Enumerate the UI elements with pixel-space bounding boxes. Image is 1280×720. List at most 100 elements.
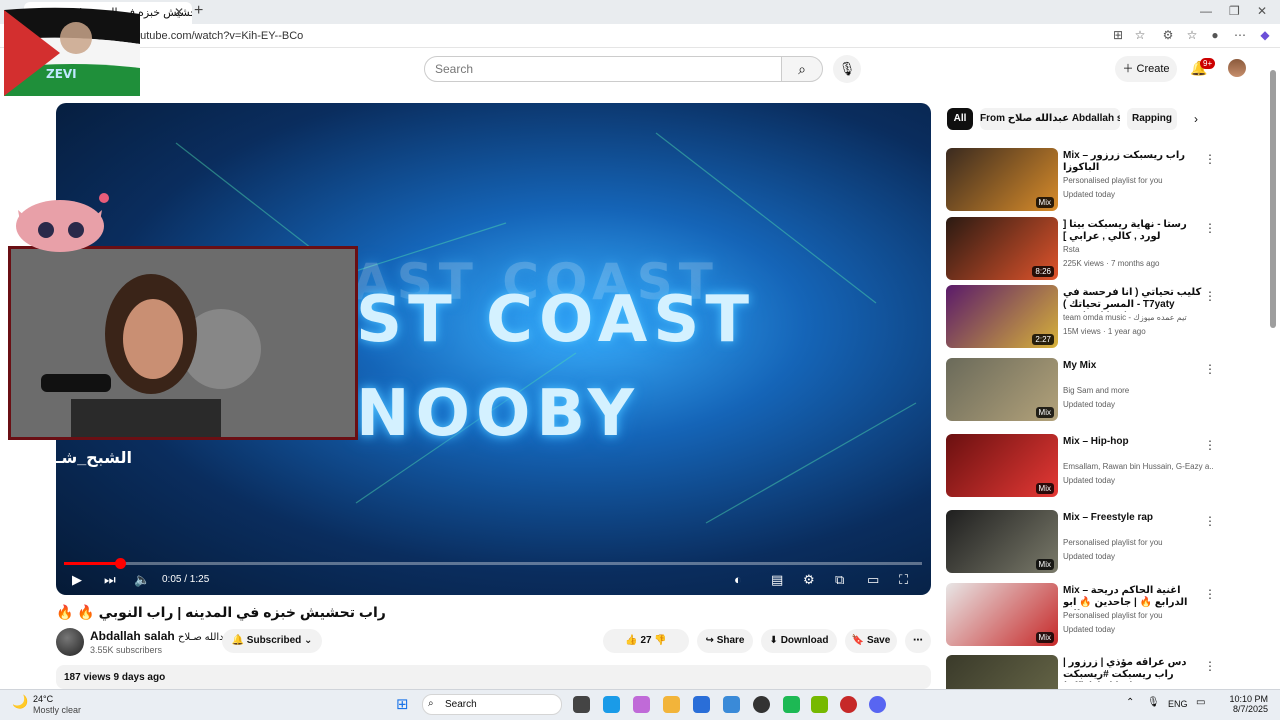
scrollbar[interactable] (1270, 64, 1276, 684)
new-tab-icon[interactable]: + (194, 2, 203, 20)
rec-item[interactable]: 2:27 كليب تحياتي ( انا فرحسة في المسر تحي… (946, 285, 1276, 351)
weather-status[interactable]: Mostly clear (33, 705, 81, 715)
more-vertical-icon[interactable]: ⋮ (1204, 362, 1216, 376)
rec-title[interactable]: Mix – اغنية الحاكم دريحة الدرابع 🔥 | جاح… (1063, 585, 1203, 610)
rec-thumbnail[interactable]: 2:27 (946, 285, 1058, 348)
copilot-taskbar-icon[interactable] (633, 696, 650, 713)
rec-title[interactable]: كليب تحياتي ( انا فرحسة في المسر تحياتك … (1063, 287, 1203, 312)
rec-item[interactable]: Mix Mix – Hip-hop Emsallam, Rawan bin Huss… (946, 434, 1276, 500)
like-icon[interactable]: 👍 (625, 635, 640, 646)
more-icon[interactable]: ⋯ (1232, 28, 1248, 42)
rec-thumbnail[interactable]: Mix (946, 510, 1058, 573)
search-button[interactable]: ⌕ (781, 56, 823, 82)
rec-thumbnail[interactable]: Mix (946, 148, 1058, 211)
voice-search-button[interactable]: 🎙 (833, 55, 861, 83)
next-icon[interactable]: ⏭ (104, 572, 116, 588)
window-close-icon[interactable]: ✕ (1257, 4, 1267, 18)
weather-icon[interactable]: 🌙 (12, 694, 28, 710)
more-horizontal-icon: ⋯ (913, 635, 923, 646)
weather-temp[interactable]: 24°C (33, 694, 53, 704)
profile-icon[interactable]: ● (1207, 28, 1223, 42)
rec-item[interactable]: 8:26 رستا - نهاية ريسبكت بيتا [ لورد , كا… (946, 217, 1276, 283)
extensions-icon[interactable]: ⚙ (1160, 28, 1176, 42)
more-vertical-icon[interactable]: ⋮ (1204, 587, 1216, 601)
rec-title[interactable]: دس عراقه مؤذي | زرزور | راب ريسبكت #ريسب… (1063, 657, 1203, 682)
rec-thumbnail[interactable]: Mix (946, 583, 1058, 646)
chip-rapping[interactable]: Rapping (1127, 108, 1177, 130)
edge-icon[interactable] (603, 696, 620, 713)
file-explorer-icon[interactable] (663, 696, 680, 713)
rec-title[interactable]: Mix – Freestyle rap (1063, 512, 1203, 524)
windows-start-icon[interactable]: ⊞ (396, 695, 409, 713)
like-dislike-group[interactable]: 👍 27 👎 (603, 629, 689, 653)
views-row[interactable]: 187 views 9 days ago (56, 665, 931, 689)
plus-icon: ＋ (1122, 63, 1137, 75)
autoplay-toggle-icon[interactable]: ◐ (734, 572, 742, 587)
restore-icon[interactable]: ❐ (1229, 4, 1240, 18)
subtitles-icon[interactable]: ▤ (771, 572, 783, 588)
share-button[interactable]: ↪ Share (697, 629, 753, 653)
app-available-icon[interactable]: ⊞ (1110, 28, 1126, 42)
more-actions-button[interactable]: ⋯ (905, 629, 931, 653)
miniplayer-icon[interactable]: ⧉ (835, 572, 844, 588)
mic-tray-icon[interactable]: 🎙 (1147, 697, 1160, 708)
rec-item[interactable]: Mix Mix – Freestyle rap Personalised playl… (946, 510, 1276, 576)
url-text[interactable]: outube.com/watch?v=Kih-EY--BCo (134, 30, 303, 42)
more-vertical-icon[interactable]: ⋮ (1204, 438, 1216, 452)
rec-item[interactable]: Mix My Mix Big Sam and more Updated today ⋮ (946, 358, 1276, 424)
app-icon-10[interactable] (840, 696, 857, 713)
theater-icon[interactable]: ▭ (867, 572, 879, 588)
obs-icon[interactable] (753, 696, 770, 713)
progress-handle[interactable] (114, 558, 126, 569)
search-input[interactable]: Search (424, 56, 782, 82)
more-vertical-icon[interactable]: ⋮ (1204, 221, 1216, 235)
fullscreen-icon[interactable]: ⛶ (899, 572, 908, 588)
chip-all[interactable]: All (947, 108, 973, 130)
chevron-right-icon[interactable]: › (1194, 112, 1198, 126)
rec-item[interactable]: Mix Mix – اغنية الحاكم دريحة الدرابع 🔥 | … (946, 583, 1276, 649)
save-button[interactable]: 🔖 Save (845, 629, 897, 653)
store-icon[interactable] (693, 696, 710, 713)
favorites-icon[interactable]: ☆ (1184, 28, 1200, 42)
more-vertical-icon[interactable]: ⋮ (1204, 289, 1216, 303)
play-icon[interactable]: ▶ (72, 572, 82, 588)
app-icon-6[interactable] (723, 696, 740, 713)
taskbar-search[interactable]: Search (422, 694, 562, 715)
rec-thumbnail[interactable]: Mix (946, 434, 1058, 497)
star-icon[interactable]: ☆ (1132, 28, 1148, 42)
download-button[interactable]: ⬇ Download (761, 629, 837, 653)
rec-thumbnail[interactable]: 8:26 (946, 217, 1058, 280)
language-indicator[interactable]: ENG (1168, 699, 1188, 709)
volume-icon[interactable]: 🔈 (134, 572, 150, 588)
more-vertical-icon[interactable]: ⋮ (1204, 514, 1216, 528)
dislike-icon[interactable]: 👎 (652, 635, 666, 646)
progress-bar[interactable] (64, 558, 922, 569)
app-icon-8[interactable] (783, 696, 800, 713)
scrollbar-thumb[interactable] (1270, 70, 1276, 328)
rec-title[interactable]: Mix – Hip-hop (1063, 436, 1203, 448)
create-button[interactable]: ＋ Create (1115, 56, 1177, 82)
nvidia-icon[interactable] (811, 696, 828, 713)
rec-item[interactable]: Mix Mix – راب ريسبكت زرزور الباكوزا Person… (946, 148, 1276, 214)
avatar[interactable] (1228, 59, 1246, 77)
more-vertical-icon[interactable]: ⋮ (1204, 659, 1216, 673)
rec-title[interactable]: رستا - نهاية ريسبكت بيتا [ لورد , كالي ,… (1063, 219, 1203, 243)
minimize-icon[interactable]: — (1200, 4, 1212, 18)
tray-chevron-icon[interactable]: ⌃ (1126, 697, 1134, 708)
channel-name[interactable]: Abdallah salah عبدالله صـلاح (90, 629, 233, 643)
network-icon[interactable]: ▭ (1196, 697, 1205, 708)
clock[interactable]: 10:10 PM 8/7/2025 (1222, 694, 1268, 714)
more-vertical-icon[interactable]: ⋮ (1204, 152, 1216, 166)
rec-thumbnail[interactable]: Mix (946, 358, 1058, 421)
chip-from-channel[interactable]: From عبدالله صلاح Abdallah salah (980, 108, 1120, 130)
task-view-icon[interactable] (573, 696, 590, 713)
rec-title[interactable]: My Mix (1063, 360, 1203, 372)
rec-title[interactable]: Mix – راب ريسبكت زرزور الباكوزا (1063, 150, 1203, 174)
taskbar-search-icon: ⌕ (428, 698, 434, 709)
discord-icon[interactable] (869, 696, 886, 713)
close-icon[interactable]: ✕ (174, 5, 184, 19)
copilot-icon[interactable]: ◆ (1257, 28, 1273, 42)
settings-gear-icon[interactable]: ⚙ (803, 572, 815, 588)
subscribed-button[interactable]: 🔔 Subscribed ⌄ (222, 629, 322, 653)
channel-avatar[interactable] (56, 628, 84, 656)
